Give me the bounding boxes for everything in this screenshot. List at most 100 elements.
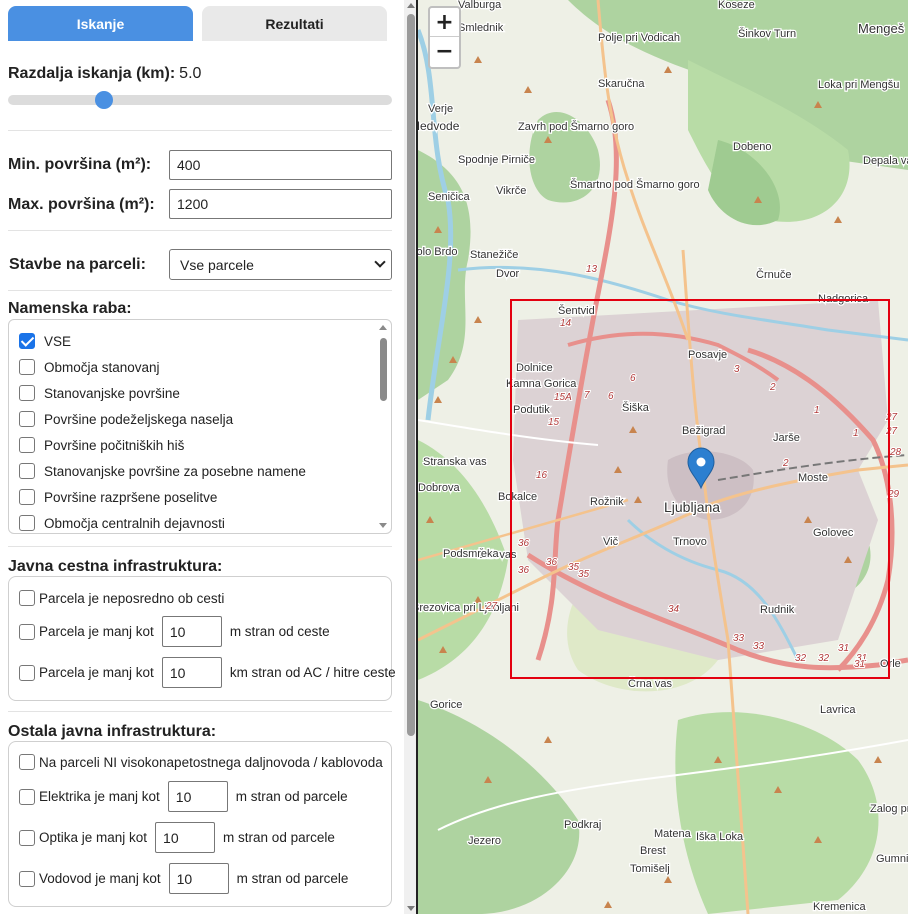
scrollbar-thumb[interactable] bbox=[407, 14, 415, 736]
map-place-label: Moste bbox=[798, 472, 828, 484]
option-suffix: m stran od parcele bbox=[223, 830, 335, 845]
near-road-input[interactable]: 10 bbox=[161, 616, 222, 647]
checkbox[interactable] bbox=[19, 829, 35, 846]
road-adjacent-option[interactable]: Parcela je neposredno ob cesti bbox=[19, 590, 224, 606]
map-route-number: 31 bbox=[854, 659, 865, 670]
checkbox[interactable] bbox=[19, 437, 35, 453]
map-place-label: Brezovica pri Ljubljani bbox=[418, 602, 519, 614]
zoom-out-button[interactable]: − bbox=[430, 37, 459, 66]
map-place-label: Šentvid bbox=[558, 304, 595, 317]
map-place-label: Zavrh pod Šmarno goro bbox=[518, 120, 634, 133]
buildings-select[interactable]: Vse parcele bbox=[169, 249, 392, 280]
option-label: Parcela je neposredno ob cesti bbox=[39, 590, 225, 606]
checkbox[interactable] bbox=[19, 411, 35, 427]
map-place-label: Brest bbox=[640, 845, 666, 857]
electric-option[interactable]: Elektrika je manj kot 10 m stran od parcel… bbox=[19, 781, 348, 812]
map-place-label: Golo Brdo bbox=[418, 246, 458, 258]
checkbox[interactable] bbox=[19, 788, 35, 805]
map-place-label: Medvode bbox=[418, 119, 460, 133]
list-item[interactable]: Območja centralnih dejavnosti bbox=[19, 513, 225, 533]
list-item-label: Območja centralnih dejavnosti bbox=[44, 515, 225, 531]
checkbox[interactable] bbox=[19, 359, 35, 375]
map-place-label: Vikrče bbox=[496, 185, 526, 197]
map-route-number: 1 bbox=[853, 428, 859, 439]
listbox-scrollbar[interactable] bbox=[377, 321, 390, 532]
list-item-label: Površine razpršene poselitve bbox=[44, 489, 218, 505]
checkbox[interactable] bbox=[19, 463, 35, 479]
map-place-label: Iška Loka bbox=[696, 831, 744, 843]
map-place-label: Orle bbox=[880, 658, 901, 670]
map-route-number: 14 bbox=[560, 318, 572, 329]
list-item[interactable]: VSE bbox=[19, 331, 71, 351]
water-input[interactable]: 10 bbox=[168, 863, 229, 894]
buildings-label: Stavbe na parceli: bbox=[9, 256, 146, 273]
scroll-down-icon[interactable] bbox=[407, 906, 415, 911]
divider bbox=[8, 230, 392, 231]
map-place-label: Kremenica bbox=[813, 901, 866, 913]
tab-results[interactable]: Rezultati bbox=[202, 6, 387, 41]
map-place-label: Verje bbox=[428, 103, 453, 115]
chevron-down-icon bbox=[374, 256, 386, 268]
no-powerline-option[interactable]: Na parceli NI visokonapetostnega daljnov… bbox=[19, 754, 383, 770]
map-route-number: 7 bbox=[584, 390, 590, 401]
water-option[interactable]: Vodovod je manj kot 10 m stran od parcele bbox=[19, 863, 348, 894]
list-item[interactable]: Stanovanjske površine bbox=[19, 383, 180, 403]
map-place-label: Zalog pri Škofljici bbox=[870, 802, 908, 815]
map-route-number: 33 bbox=[753, 641, 765, 652]
optic-input[interactable]: 10 bbox=[155, 822, 216, 853]
min-area-input[interactable]: 400 bbox=[169, 150, 392, 180]
list-item[interactable]: Območja stanovanj bbox=[19, 357, 160, 377]
map-place-label: Skaručna bbox=[598, 78, 645, 90]
map-place-label: Šiška bbox=[622, 401, 650, 414]
checkbox[interactable] bbox=[19, 515, 35, 531]
map[interactable]: Valburga Koseze Smlednik Polje pri Vodicah Š… bbox=[418, 0, 908, 914]
checkbox[interactable] bbox=[19, 385, 35, 401]
distance-slider-track[interactable] bbox=[8, 95, 392, 105]
map-route-number: 15 bbox=[548, 417, 560, 428]
optic-option[interactable]: Optika je manj kot 10 m stran od parcele bbox=[19, 822, 335, 853]
scrollbar-thumb[interactable] bbox=[380, 338, 387, 401]
checkbox[interactable] bbox=[19, 489, 35, 505]
checkbox[interactable] bbox=[19, 754, 35, 770]
list-item-label: Površine počitniških hiš bbox=[44, 437, 185, 453]
scroll-down-icon[interactable] bbox=[379, 523, 387, 528]
zoning-listbox[interactable]: VSE Območja stanovanj Stanovanjske površ… bbox=[8, 319, 392, 534]
map-place-label: Valburga bbox=[458, 0, 502, 11]
other-infra-label: Ostala javna infrastruktura: bbox=[8, 723, 217, 740]
max-area-input[interactable]: 1200 bbox=[169, 189, 392, 219]
near-road-option[interactable]: Parcela je manj kot 10 m stran od ceste bbox=[19, 616, 330, 647]
list-item[interactable]: Stanovanjske površine za posebne namene bbox=[19, 461, 306, 481]
zoom-control: + − bbox=[428, 6, 461, 69]
checkbox[interactable] bbox=[19, 333, 35, 349]
map-route-number: 28 bbox=[889, 447, 902, 458]
map-place-label: Jarše bbox=[773, 432, 800, 444]
zoom-in-button[interactable]: + bbox=[430, 8, 459, 37]
option-label: Parcela je manj kot bbox=[39, 665, 154, 680]
distance-label: Razdalja iskanja (km): 5.0 bbox=[8, 65, 201, 83]
scroll-up-icon[interactable] bbox=[379, 325, 387, 330]
checkbox[interactable] bbox=[19, 664, 35, 681]
map-route-number: 2 bbox=[782, 458, 789, 469]
map-canvas[interactable]: Valburga Koseze Smlednik Polje pri Vodicah Š… bbox=[418, 0, 908, 914]
list-item-label: VSE bbox=[44, 333, 72, 349]
list-item-label: Stanovanjske površine za posebne namene bbox=[44, 463, 306, 479]
tab-search[interactable]: Iskanje bbox=[8, 6, 193, 41]
zoning-label: Namenska raba: bbox=[8, 300, 132, 317]
map-place-label: Loka pri Mengšu bbox=[818, 79, 899, 91]
list-item[interactable]: Površine počitniških hiš bbox=[19, 435, 184, 455]
near-highway-input[interactable]: 10 bbox=[161, 657, 222, 688]
map-route-number: 27 bbox=[485, 601, 498, 612]
distance-slider-handle[interactable] bbox=[95, 91, 113, 109]
option-suffix: km stran od AC / hitre ceste bbox=[229, 665, 396, 680]
electric-input[interactable]: 10 bbox=[167, 781, 228, 812]
option-label: Na parceli NI visokonapetostnega daljnov… bbox=[39, 754, 383, 770]
checkbox[interactable] bbox=[19, 590, 35, 606]
list-item[interactable]: Površine razpršene poselitve bbox=[19, 487, 217, 507]
map-place-label: Bežigrad bbox=[682, 425, 725, 437]
checkbox[interactable] bbox=[19, 623, 35, 640]
checkbox[interactable] bbox=[19, 870, 35, 887]
near-highway-option[interactable]: Parcela je manj kot 10 km stran od AC / hi… bbox=[19, 657, 396, 688]
list-item[interactable]: Površine podeželjskega naselja bbox=[19, 409, 233, 429]
scroll-up-icon[interactable] bbox=[407, 3, 415, 8]
map-place-label: Tomišelj bbox=[630, 863, 670, 875]
